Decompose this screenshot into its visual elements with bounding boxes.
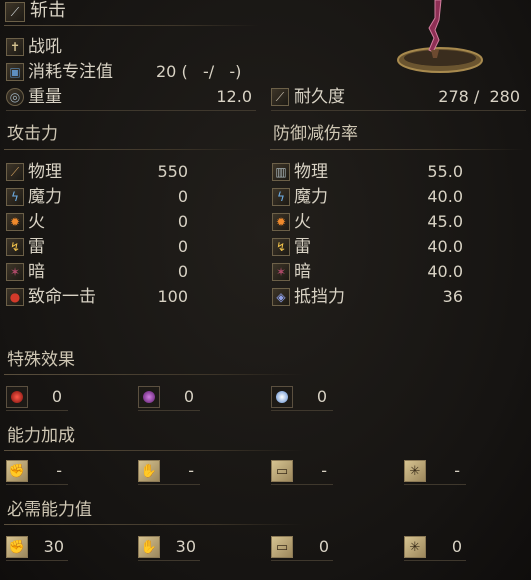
requirement-value: 0 xyxy=(451,537,462,556)
defense-value: 36 xyxy=(442,287,463,306)
durability-value: 278 / 280 xyxy=(438,87,520,106)
requirement-value: 0 xyxy=(318,537,329,556)
attack-label: 暗 xyxy=(28,262,45,282)
weight-value: 12.0 xyxy=(216,87,252,106)
scaling-rule xyxy=(4,450,304,451)
poison-icon xyxy=(138,386,160,408)
special-rule xyxy=(4,374,304,375)
scaling-value: - xyxy=(454,461,460,480)
defense-value: 40.0 xyxy=(427,187,463,206)
fire-icon: ✹ xyxy=(6,213,24,231)
attack-value: 0 xyxy=(177,237,188,256)
special-value: 0 xyxy=(183,387,194,406)
attack-value: 0 xyxy=(177,187,188,206)
intelligence-icon: ▭ xyxy=(271,460,293,482)
magic-icon: ϟ xyxy=(6,188,24,206)
scaling-title: 能力加成 xyxy=(7,426,75,446)
defense-label: 物理 xyxy=(294,162,328,182)
strength-icon: ✊ xyxy=(6,536,28,558)
scaling-underline xyxy=(404,484,466,485)
attack-title: 攻击力 xyxy=(7,124,58,144)
strength-icon: ✊ xyxy=(6,460,28,482)
header-icon: ⟋ xyxy=(5,2,25,22)
stability-icon: ◈ xyxy=(272,288,290,306)
attack-label: 魔力 xyxy=(28,187,62,207)
lightning-icon: ↯ xyxy=(6,238,24,256)
bleed-icon xyxy=(6,386,28,408)
scaling-value: - xyxy=(56,461,62,480)
fp-cost-value: 20 ( -/ -) xyxy=(156,62,242,81)
durability-icon: ⟋ xyxy=(271,88,289,106)
requirement-value: 30 xyxy=(175,537,196,556)
intelligence-icon: ▭ xyxy=(271,536,293,558)
scaling-value: - xyxy=(321,461,327,480)
attack-value: 100 xyxy=(157,287,188,306)
shield-lightning-icon: ↯ xyxy=(272,238,290,256)
defense-label: 魔力 xyxy=(294,187,328,207)
requirement-underline xyxy=(6,560,68,561)
special-underline xyxy=(271,410,333,411)
frost-icon xyxy=(271,386,293,408)
special-underline xyxy=(138,410,200,411)
special-title: 特殊效果 xyxy=(7,350,75,370)
durability-underline xyxy=(271,110,526,111)
scaling-value: - xyxy=(188,461,194,480)
defense-rule xyxy=(270,149,525,150)
requirement-underline xyxy=(404,560,466,561)
defense-label: 抵挡力 xyxy=(294,287,345,307)
defense-value: 40.0 xyxy=(427,237,463,256)
faith-icon: ✳ xyxy=(404,536,426,558)
attack-label: 物理 xyxy=(28,162,62,182)
dark-icon: ✶ xyxy=(6,263,24,281)
fp-cost-label: 消耗专注值 xyxy=(28,62,113,82)
attack-label: 致命一击 xyxy=(28,287,96,307)
attack-rule xyxy=(4,149,254,150)
defense-label: 雷 xyxy=(294,237,311,257)
scaling-underline xyxy=(6,484,68,485)
shield-dark-icon: ✶ xyxy=(272,263,290,281)
special-underline xyxy=(6,410,68,411)
weight-icon: ◎ xyxy=(6,88,24,106)
critical-icon: ● xyxy=(6,288,24,306)
shield-magic-icon: ϟ xyxy=(272,188,290,206)
dexterity-icon: ✋ xyxy=(138,460,160,482)
header-title: 斩击 xyxy=(30,0,66,21)
weapon-preview xyxy=(395,0,485,75)
attack-value: 550 xyxy=(157,162,188,181)
shield-fire-icon: ✹ xyxy=(272,213,290,231)
durability-label: 耐久度 xyxy=(294,87,345,107)
defense-value: 45.0 xyxy=(427,212,463,231)
requirement-underline xyxy=(271,560,333,561)
attack-label: 雷 xyxy=(28,237,45,257)
weapon-icon xyxy=(397,0,483,73)
defense-value: 40.0 xyxy=(427,262,463,281)
special-value: 0 xyxy=(316,387,327,406)
skill-icon: ✝ xyxy=(6,38,24,56)
requirement-underline xyxy=(138,560,200,561)
sword-icon: ⟋ xyxy=(6,163,24,181)
scaling-underline xyxy=(138,484,200,485)
weight-label: 重量 xyxy=(28,87,62,107)
fp-icon: ▣ xyxy=(6,63,24,81)
dexterity-icon: ✋ xyxy=(138,536,160,558)
defense-value: 55.0 xyxy=(427,162,463,181)
special-value: 0 xyxy=(51,387,62,406)
scaling-underline xyxy=(271,484,333,485)
requirements-rule xyxy=(4,524,304,525)
attack-value: 0 xyxy=(177,262,188,281)
defense-label: 火 xyxy=(294,212,311,232)
defense-title: 防御减伤率 xyxy=(273,124,358,144)
weight-underline xyxy=(6,110,256,111)
shield-physical-icon: ▥ xyxy=(272,163,290,181)
defense-label: 暗 xyxy=(294,262,311,282)
attack-label: 火 xyxy=(28,212,45,232)
requirements-title: 必需能力值 xyxy=(7,500,92,520)
requirement-value: 30 xyxy=(43,537,64,556)
faith-icon: ✳ xyxy=(404,460,426,482)
skill-name: 战吼 xyxy=(28,37,62,57)
header-rule xyxy=(4,25,259,26)
attack-value: 0 xyxy=(177,212,188,231)
